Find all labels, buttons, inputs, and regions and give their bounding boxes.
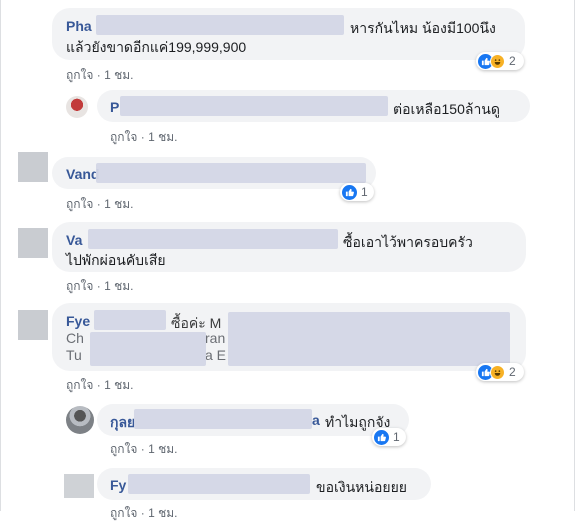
comment-meta: ถูกใจ · 1 ชม. [110,128,178,147]
comment-meta: ถูกใจ · 1 ชม. [66,66,134,85]
comment-text: Ch [66,330,84,346]
meta-separator: · [96,279,101,293]
comment-text: ไปพักผ่อนคับเสีย [66,252,166,268]
comment-text: หารกันไหม น้องมี100นึง [350,20,496,36]
commenter-name-tail: a [312,412,320,428]
like-link[interactable]: ถูกใจ [66,279,93,293]
comment-meta: ถูกใจ · 1 ชม. [66,376,134,395]
reaction-summary[interactable]: 2 [476,363,524,381]
meta-separator: · [140,442,145,456]
reaction-count: 1 [393,430,400,444]
timestamp[interactable]: 1 ชม. [104,279,133,293]
blurred-text [228,312,510,366]
haha-icon [490,364,505,380]
avatar[interactable] [66,96,88,118]
like-link[interactable]: ถูกใจ [110,442,137,456]
meta-separator: · [140,506,145,520]
haha-icon [490,53,505,69]
commenter-name[interactable]: P [110,99,119,115]
blurred-name [120,96,388,116]
like-icon [342,184,357,200]
comment-text: ซื้อเอาไว้พาครอบครัว [343,234,473,250]
reaction-count: 2 [509,54,516,68]
like-link[interactable]: ถูกใจ [110,506,137,520]
avatar[interactable] [18,152,48,182]
meta-separator: · [96,197,101,211]
blurred-name [134,409,312,429]
avatar[interactable] [18,228,48,258]
comment-text: ต่อเหลือ150ล้านดู [393,101,500,117]
blurred-name [94,310,166,330]
reaction-summary[interactable]: 1 [340,183,374,201]
blurred-text [90,332,206,366]
reaction-summary[interactable]: 2 [476,52,524,70]
timestamp[interactable]: 1 ชม. [104,378,133,392]
avatar[interactable] [66,406,94,434]
reaction-count: 1 [361,185,368,199]
timestamp[interactable]: 1 ชม. [104,197,133,211]
like-link[interactable]: ถูกใจ [66,378,93,392]
like-link[interactable]: ถูกใจ [66,68,93,82]
comment-text: Tu [66,347,82,363]
reaction-summary[interactable]: 1 [372,428,406,446]
meta-separator: · [140,130,145,144]
meta-separator: · [96,68,101,82]
timestamp[interactable]: 1 ชม. [148,506,177,520]
blurred-name [96,163,366,183]
page-border [0,0,1,511]
timestamp[interactable]: 1 ชม. [148,442,177,456]
commenter-name[interactable]: Fye [66,313,90,329]
blurred-name [96,15,344,35]
commenter-name[interactable]: Vand [66,166,99,182]
timestamp[interactable]: 1 ชม. [148,130,177,144]
comment-meta: ถูกใจ · 1 ชม. [66,195,134,214]
commenter-name[interactable]: Pha [66,18,92,34]
blurred-name [128,474,310,494]
avatar[interactable] [64,474,94,498]
comment-text: แล้วยังขาดอีกแค่199,999,900 [66,39,247,55]
like-link[interactable]: ถูกใจ [110,130,137,144]
timestamp[interactable]: 1 ชม. [104,68,133,82]
commenter-name[interactable]: Fy [110,477,126,493]
comment-meta: ถูกใจ · 1 ชม. [110,504,178,523]
reaction-count: 2 [509,365,516,379]
comment-text: ขอเงินหน่อยยย [316,479,407,495]
blurred-name [88,229,338,249]
commenter-name[interactable]: Va [66,232,82,248]
comment-meta: ถูกใจ · 1 ชม. [66,277,134,296]
comment-meta: ถูกใจ · 1 ชม. [110,440,178,459]
avatar[interactable] [18,310,48,340]
comment-text: ran [205,330,226,346]
comment-text: a E [205,347,227,363]
commenter-name[interactable]: กุลย [110,412,135,434]
meta-separator: · [96,378,101,392]
like-icon [374,429,389,445]
like-link[interactable]: ถูกใจ [66,197,93,211]
